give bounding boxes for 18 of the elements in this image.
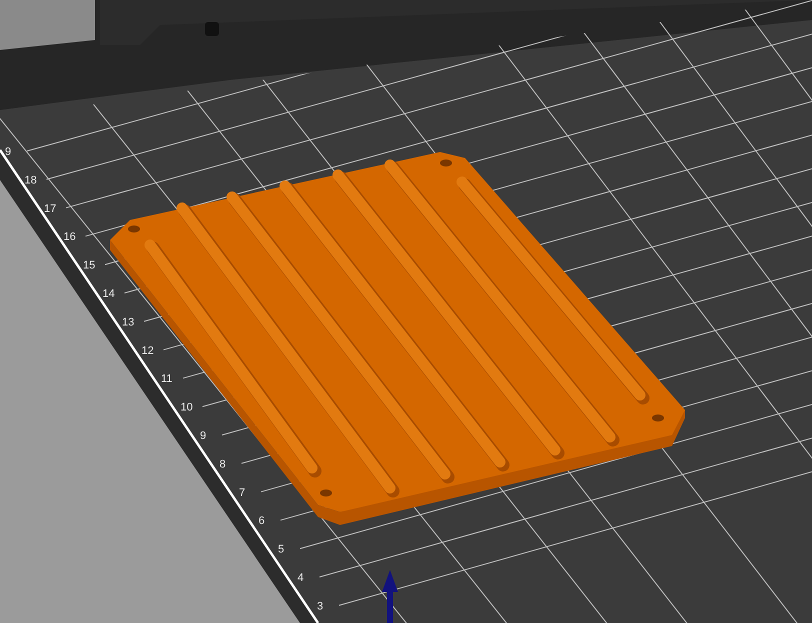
axis-label: 11 — [161, 373, 172, 386]
axis-label: 4 — [298, 572, 304, 584]
axis-label: 16 — [64, 231, 76, 244]
axis-label: 9 — [5, 146, 12, 158]
axis-label: 17 — [44, 202, 56, 215]
axis-label: 8 — [220, 458, 226, 470]
axis-label: 18 — [24, 174, 37, 186]
axis-label: 5 — [278, 544, 284, 556]
axis-label: 9 — [200, 430, 206, 442]
axis-label: 6 — [258, 515, 265, 528]
axis-label: 3 — [317, 600, 324, 612]
axis-label: 10 — [180, 402, 193, 414]
axis-label: 12 — [142, 344, 154, 357]
axis-label: 15 — [83, 260, 96, 272]
axis-label: 14 — [102, 288, 115, 300]
axis-label: 13 — [122, 316, 134, 328]
axis-label: 7 — [239, 486, 246, 499]
arrow-icon — [382, 570, 398, 623]
